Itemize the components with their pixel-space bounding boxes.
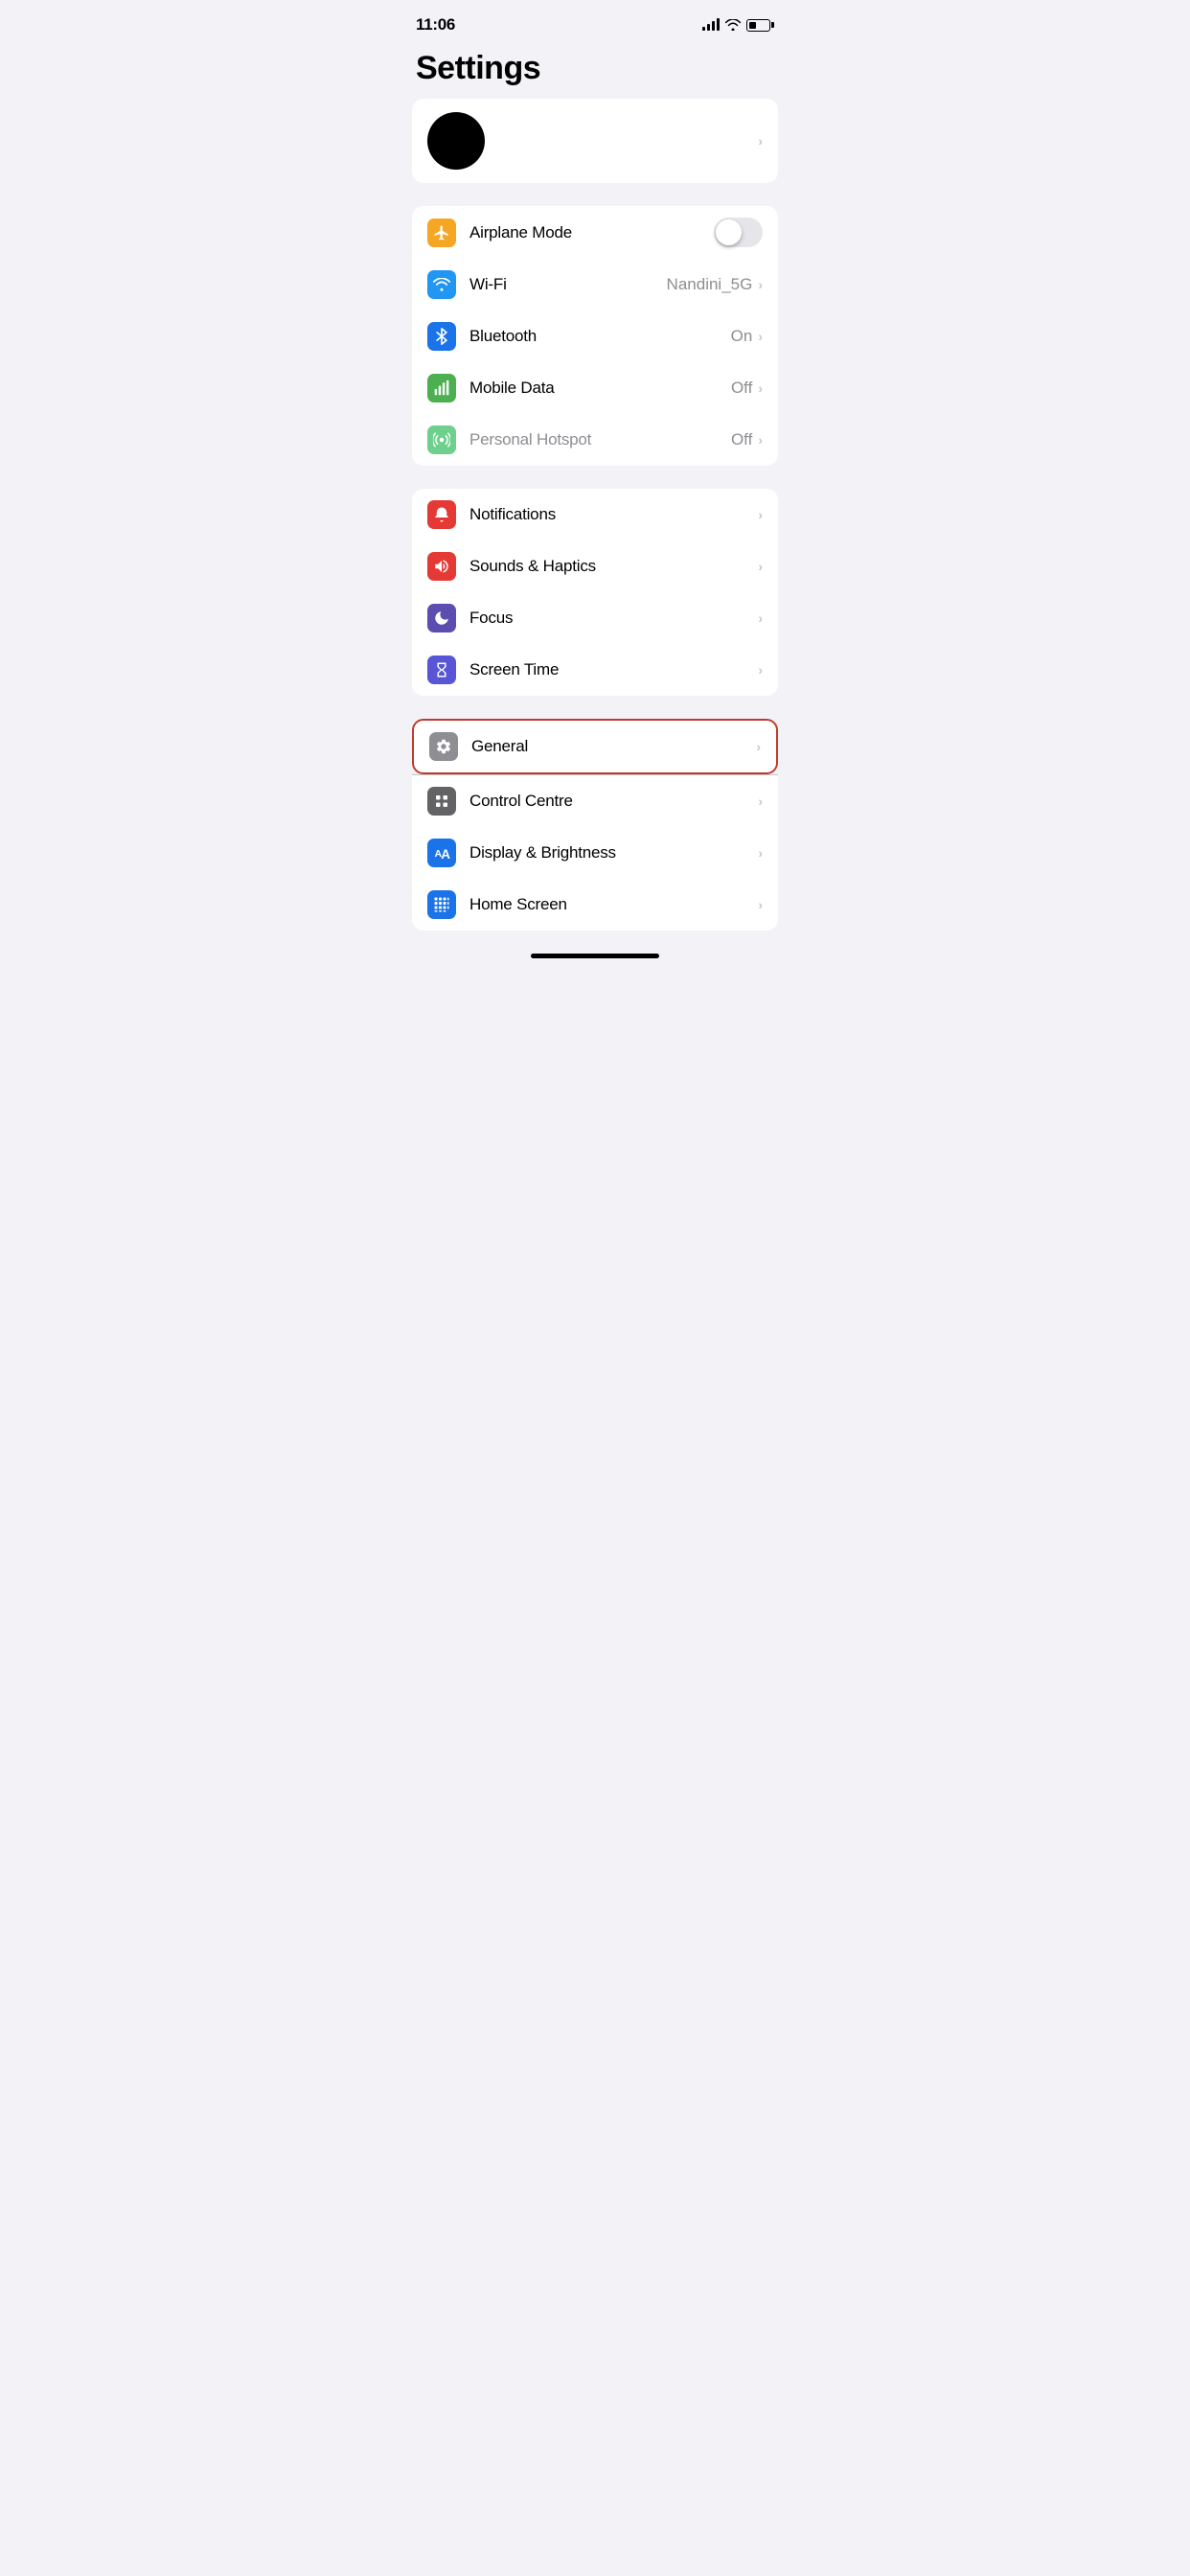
appearance-section: Control Centre › A A Display & Brightnes… [412, 774, 778, 931]
moon-svg [433, 610, 450, 627]
home-screen-chevron: › [758, 897, 763, 912]
airplane-svg [433, 224, 450, 242]
personal-hotspot-label: Personal Hotspot [469, 430, 731, 449]
status-icons [702, 19, 774, 32]
notifications-section: Notifications › Sounds & Haptics › Focus… [412, 489, 778, 696]
sounds-haptics-icon [427, 552, 456, 581]
bluetooth-value: On [731, 327, 753, 346]
connectivity-section: Airplane Mode Wi-Fi Nandini_5G › Bluetoo… [412, 206, 778, 466]
screen-time-chevron: › [758, 662, 763, 678]
home-screen-row[interactable]: Home Screen › [412, 879, 778, 931]
hourglass-svg [433, 661, 450, 678]
bluetooth-row[interactable]: Bluetooth On › [412, 310, 778, 362]
profile-avatar [427, 112, 485, 170]
home-indicator [531, 954, 659, 958]
general-row[interactable]: General › [414, 721, 776, 772]
personal-hotspot-value: Off [731, 430, 752, 449]
general-chevron: › [756, 739, 761, 754]
wifi-row[interactable]: Wi-Fi Nandini_5G › [412, 259, 778, 310]
mobile-data-icon [427, 374, 456, 402]
profile-row[interactable]: › [412, 99, 778, 183]
sounds-haptics-row[interactable]: Sounds & Haptics › [412, 540, 778, 592]
display-brightness-label: Display & Brightness [469, 843, 758, 862]
general-highlighted-wrapper: General › [412, 719, 778, 774]
bluetooth-chevron: › [758, 329, 763, 344]
bluetooth-svg [435, 328, 448, 345]
control-centre-icon [427, 787, 456, 816]
control-centre-chevron: › [758, 794, 763, 809]
focus-icon [427, 604, 456, 632]
sounds-haptics-chevron: › [758, 559, 763, 574]
personal-hotspot-icon [427, 426, 456, 454]
speaker-svg [433, 558, 450, 575]
general-icon [429, 732, 458, 761]
cellular-svg [433, 380, 450, 397]
display-brightness-icon: A A [427, 839, 456, 867]
status-bar: 11:06 [397, 0, 793, 42]
general-label: General [471, 737, 756, 756]
notifications-icon [427, 500, 456, 529]
profile-chevron: › [758, 133, 763, 149]
bluetooth-icon [427, 322, 456, 351]
personal-hotspot-row[interactable]: Personal Hotspot Off › [412, 414, 778, 466]
airplane-mode-label: Airplane Mode [469, 223, 714, 242]
screen-time-icon [427, 656, 456, 684]
sounds-haptics-label: Sounds & Haptics [469, 557, 758, 576]
wifi-svg [433, 278, 450, 291]
toggle-knob [716, 219, 742, 245]
wifi-status-icon [725, 19, 741, 31]
bluetooth-label: Bluetooth [469, 327, 731, 346]
airplane-mode-row[interactable]: Airplane Mode [412, 206, 778, 259]
profile-section: › [412, 99, 778, 183]
display-brightness-chevron: › [758, 845, 763, 861]
focus-label: Focus [469, 609, 758, 628]
screen-time-row[interactable]: Screen Time › [412, 644, 778, 696]
home-screen-label: Home Screen [469, 895, 758, 914]
focus-chevron: › [758, 610, 763, 626]
airplane-mode-toggle[interactable] [714, 218, 763, 247]
text-size-svg: A A [433, 844, 450, 862]
signal-icon [702, 19, 720, 31]
personal-hotspot-chevron: › [758, 432, 763, 448]
mobile-data-label: Mobile Data [469, 379, 731, 398]
bell-svg [433, 506, 450, 523]
control-centre-label: Control Centre [469, 792, 758, 811]
mobile-data-value: Off [731, 379, 752, 398]
notifications-chevron: › [758, 507, 763, 522]
display-brightness-row[interactable]: A A Display & Brightness › [412, 827, 778, 879]
screen-time-label: Screen Time [469, 660, 758, 679]
page-title: Settings [397, 42, 793, 99]
wifi-chevron: › [758, 277, 763, 292]
svg-text:A: A [441, 847, 450, 862]
battery-icon [746, 19, 774, 32]
control-centre-row[interactable]: Control Centre › [412, 775, 778, 827]
home-screen-icon [427, 890, 456, 919]
airplane-mode-icon [427, 218, 456, 247]
wifi-label: Wi-Fi [469, 275, 667, 294]
focus-row[interactable]: Focus › [412, 592, 778, 644]
status-time: 11:06 [416, 15, 455, 34]
mobile-data-row[interactable]: Mobile Data Off › [412, 362, 778, 414]
gear-svg [435, 738, 452, 755]
notifications-row[interactable]: Notifications › [412, 489, 778, 540]
grid-svg [433, 896, 450, 913]
mobile-data-chevron: › [758, 380, 763, 396]
wifi-icon [427, 270, 456, 299]
notifications-label: Notifications [469, 505, 758, 524]
wifi-value: Nandini_5G [667, 275, 753, 294]
sliders-svg [433, 793, 450, 810]
hotspot-svg [433, 431, 450, 448]
